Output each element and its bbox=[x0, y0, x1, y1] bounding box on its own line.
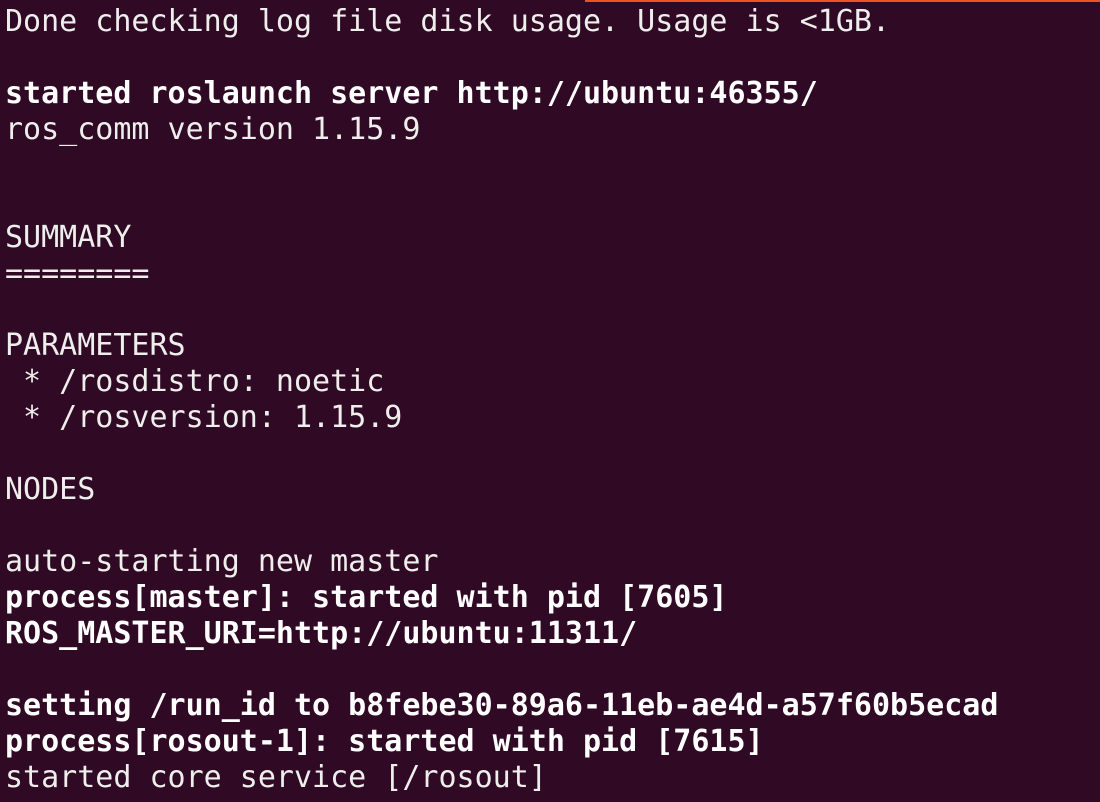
window-accent-bar bbox=[585, 0, 1100, 2]
terminal-line: setting /run_id to b8febe30-89a6-11eb-ae… bbox=[5, 688, 999, 723]
terminal-line: SUMMARY bbox=[5, 220, 132, 255]
terminal-line: process[rosout-1]: started with pid [761… bbox=[5, 724, 764, 759]
terminal-line: process[master]: started with pid [7605] bbox=[5, 580, 728, 615]
terminal-line: NODES bbox=[5, 472, 96, 507]
terminal-line: ros_comm version 1.15.9 bbox=[5, 112, 421, 147]
terminal-line: ======== bbox=[5, 256, 150, 291]
terminal-window[interactable]: Done checking log file disk usage. Usage… bbox=[0, 0, 1100, 802]
terminal-line: * /rosversion: 1.15.9 bbox=[5, 400, 403, 435]
terminal-line: PARAMETERS bbox=[5, 328, 186, 363]
terminal-line: Done checking log file disk usage. Usage… bbox=[5, 4, 891, 39]
terminal-line: * /rosdistro: noetic bbox=[5, 364, 385, 399]
terminal-line: ROS_MASTER_URI=http://ubuntu:11311/ bbox=[5, 616, 638, 651]
terminal-line: auto-starting new master bbox=[5, 544, 439, 579]
terminal-line: started core service [/rosout] bbox=[5, 760, 547, 795]
prompt-line[interactable] bbox=[5, 796, 1100, 802]
terminal-output: Done checking log file disk usage. Usage… bbox=[5, 4, 1100, 796]
terminal-line: started roslaunch server http://ubuntu:4… bbox=[5, 76, 818, 111]
